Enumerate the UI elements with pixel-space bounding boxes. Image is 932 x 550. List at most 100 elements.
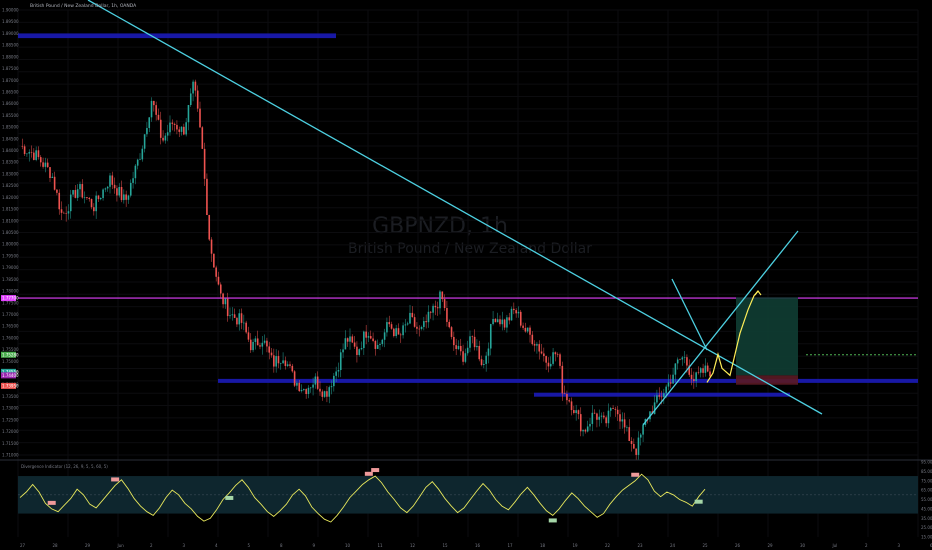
candle-body [547,362,550,367]
candle-body [464,353,467,362]
candle-body [457,345,460,350]
time-tick-label: 15 [443,543,449,548]
position-tool[interactable] [736,297,798,385]
candle-body [376,345,379,349]
candle-body [189,93,192,106]
candle-body [356,346,358,355]
candle-body [49,167,51,178]
candle-body [164,135,167,141]
candle-body [639,434,642,438]
candle-body [337,370,340,372]
candle-body [443,299,446,309]
candle-body [217,276,220,285]
price-tag-label: 1.74400 [2,373,19,378]
candle-body [579,414,582,432]
candle-body [231,314,234,316]
price-tick-label: 1.85000 [2,125,19,130]
candle-body [561,365,564,394]
candle-body [240,313,243,323]
candle-body [129,182,132,196]
candle-body [379,344,381,346]
time-tick-label: 10 [345,543,351,548]
candle-body [65,213,67,214]
candle-body [236,317,238,325]
candle-body [577,410,580,415]
candle-body [589,423,591,427]
candle-body [462,351,464,362]
divergence-marker-bull [548,518,557,523]
candle-body [446,308,448,322]
candle-body [623,419,626,428]
candle-body [219,284,222,294]
candle-body [261,342,264,347]
candle-body [252,341,254,351]
candle-body [402,325,404,336]
candle-body [143,134,146,149]
candle-body [127,195,130,200]
price-tick-label: 1.79500 [2,253,19,258]
candle-body [423,321,425,327]
candle-body [533,344,536,346]
candle-body [513,308,515,311]
oscillator-tick-label: 85.00 [921,469,932,474]
candle-body [519,311,522,326]
zone-top-resistance [18,33,336,39]
candle-body [305,389,307,395]
candle-body [284,360,287,366]
price-tag-label: 1.73950 [2,383,19,388]
candle-body [605,417,607,424]
candle-body [358,349,361,355]
candle-body [492,319,494,325]
candle-body [162,137,164,141]
oscillator-tick-label: 15.00 [921,535,932,540]
candle-body [596,413,598,420]
candle-body [201,127,204,149]
candle-body [545,356,547,363]
candle-body [183,126,185,135]
candle-body [44,162,47,167]
price-tick-label: 1.84500 [2,136,19,141]
price-tick-label: 1.78500 [2,277,19,282]
price-tick-label: 1.83500 [2,160,19,165]
candle-body [123,194,125,201]
candle-body [582,429,584,432]
oscillator-tick-label: 55.00 [921,497,932,502]
price-tick-label: 1.90000 [2,8,19,13]
candle-body [614,408,617,410]
candle-body [263,340,266,343]
time-tick-label: 12 [410,543,416,548]
price-tick-label: 1.86000 [2,101,19,106]
symbol-title: British Pound / New Zealand Dollar, 1h, … [30,3,137,9]
oscillator-tick-label: 65.00 [921,488,932,493]
price-tick-label: 1.71500 [2,441,19,446]
candle-body [312,384,314,388]
candle-body [485,355,487,364]
price-tick-label: 1.80000 [2,242,19,247]
candle-body [466,347,469,354]
candle-body [411,312,414,318]
candle-body [690,374,693,380]
candle-body [111,175,114,185]
candle-body [669,382,672,384]
candle-body [153,100,155,106]
candle-body [573,410,575,413]
candle-body [499,319,501,325]
candle-body [524,327,527,332]
price-tick-label: 1.77000 [2,312,19,317]
price-chart[interactable]: GBPNZD, 1h British Pound / New Zealand D… [0,0,932,550]
price-tick-label: 1.72000 [2,429,19,434]
candle-body [406,323,409,325]
candle-body [279,363,282,364]
time-tick-label: 29 [85,543,91,548]
candle-body [298,382,301,392]
candle-body [427,311,430,323]
candle-body [476,345,478,348]
price-tick-label: 1.73500 [2,394,19,399]
candle-body [346,338,349,342]
candle-body [483,363,485,365]
candle-body [67,211,70,214]
candle-body [441,291,444,300]
candle-body [471,336,474,337]
divergence-marker-bull [225,495,234,500]
candle-body [522,325,524,328]
